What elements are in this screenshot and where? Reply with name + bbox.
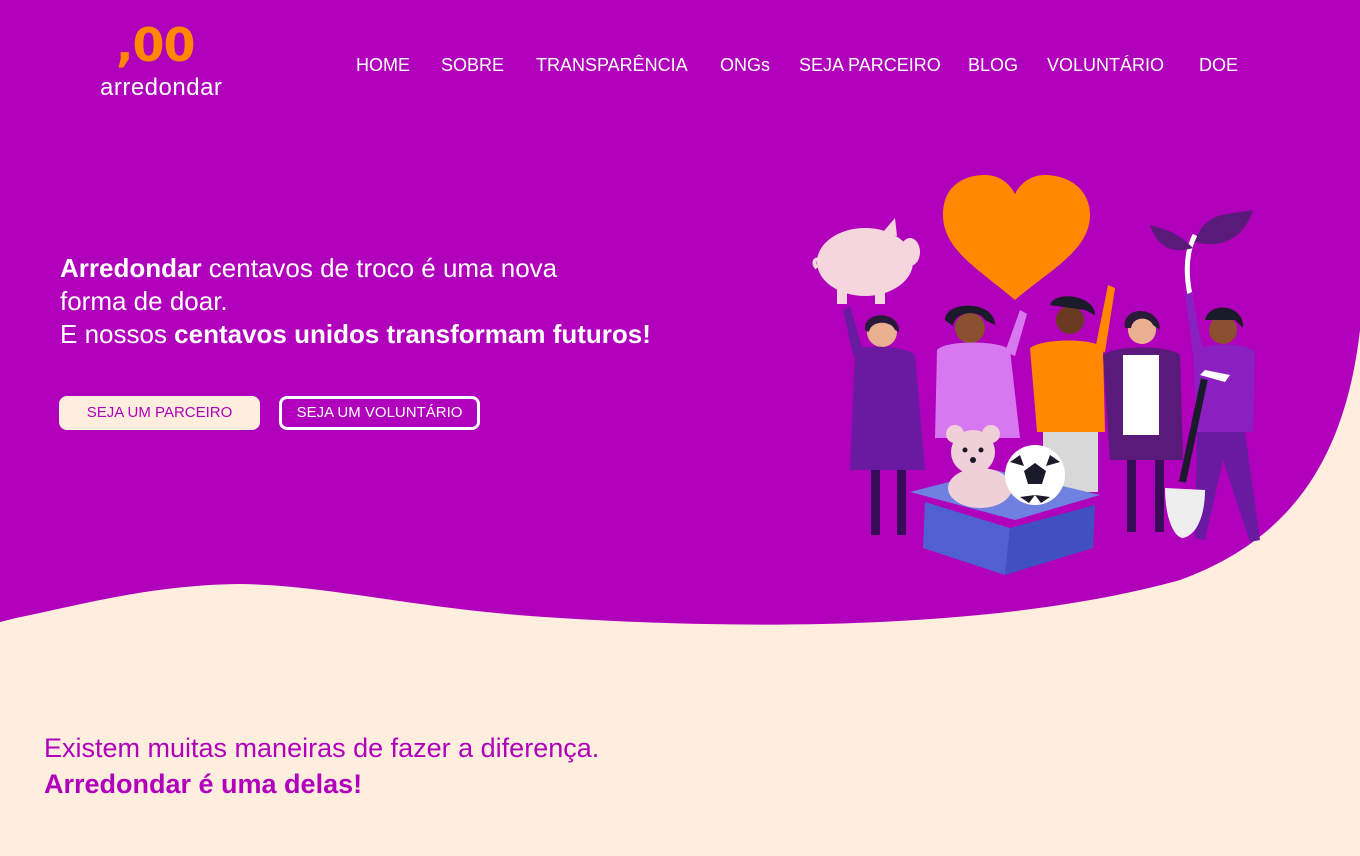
soccer-ball-icon	[1005, 445, 1065, 505]
nav-voluntario[interactable]: VOLUNTÁRIO	[1047, 52, 1164, 78]
piggy-bank-icon	[812, 218, 920, 304]
hero-line-1: Arredondar centavos de troco é uma nova	[60, 252, 700, 285]
nav-home[interactable]: HOME	[356, 52, 410, 78]
tagline-line-2: Arredondar é uma delas!	[44, 769, 363, 799]
main-nav: HOME SOBRE TRANSPARÊNCIA ONGs SEJA PARCE…	[0, 52, 1360, 78]
people-donating-illustration	[812, 175, 1260, 575]
partner-button[interactable]: SEJA UM PARCEIRO	[59, 396, 260, 430]
hero-line-2: forma de doar.	[60, 286, 228, 316]
nav-sobre[interactable]: SOBRE	[441, 52, 504, 78]
person-figure	[843, 306, 925, 535]
hero-headline: Arredondar centavos de troco é uma nova …	[60, 252, 700, 351]
nav-blog[interactable]: BLOG	[968, 52, 1018, 78]
hero-line-1-rest: centavos de troco é uma nova	[201, 253, 558, 283]
volunteer-button[interactable]: SEJA UM VOLUNTÁRIO	[279, 396, 480, 430]
nav-transparencia[interactable]: TRANSPARÊNCIA	[536, 52, 688, 78]
tagline-line-1: Existem muitas maneiras de fazer a difer…	[44, 733, 600, 763]
nav-doe[interactable]: DOE	[1199, 52, 1238, 78]
nav-seja-parceiro[interactable]: SEJA PARCEIRO	[799, 52, 941, 78]
hero-line-3-emphasis: centavos unidos transformam futuros!	[174, 319, 651, 349]
nav-ongs[interactable]: ONGs	[720, 52, 770, 78]
tagline: Existem muitas maneiras de fazer a difer…	[44, 730, 599, 802]
heart-icon	[943, 175, 1090, 300]
hero-line-3-start: E nossos	[60, 319, 175, 349]
hero-line-3: E nossos centavos unidos transformam fut…	[60, 318, 700, 351]
plant-icon	[1150, 210, 1253, 296]
hero-brand-word: Arredondar	[60, 253, 202, 283]
person-figure	[935, 305, 1027, 438]
logo-wordmark: arredondar	[100, 74, 223, 101]
